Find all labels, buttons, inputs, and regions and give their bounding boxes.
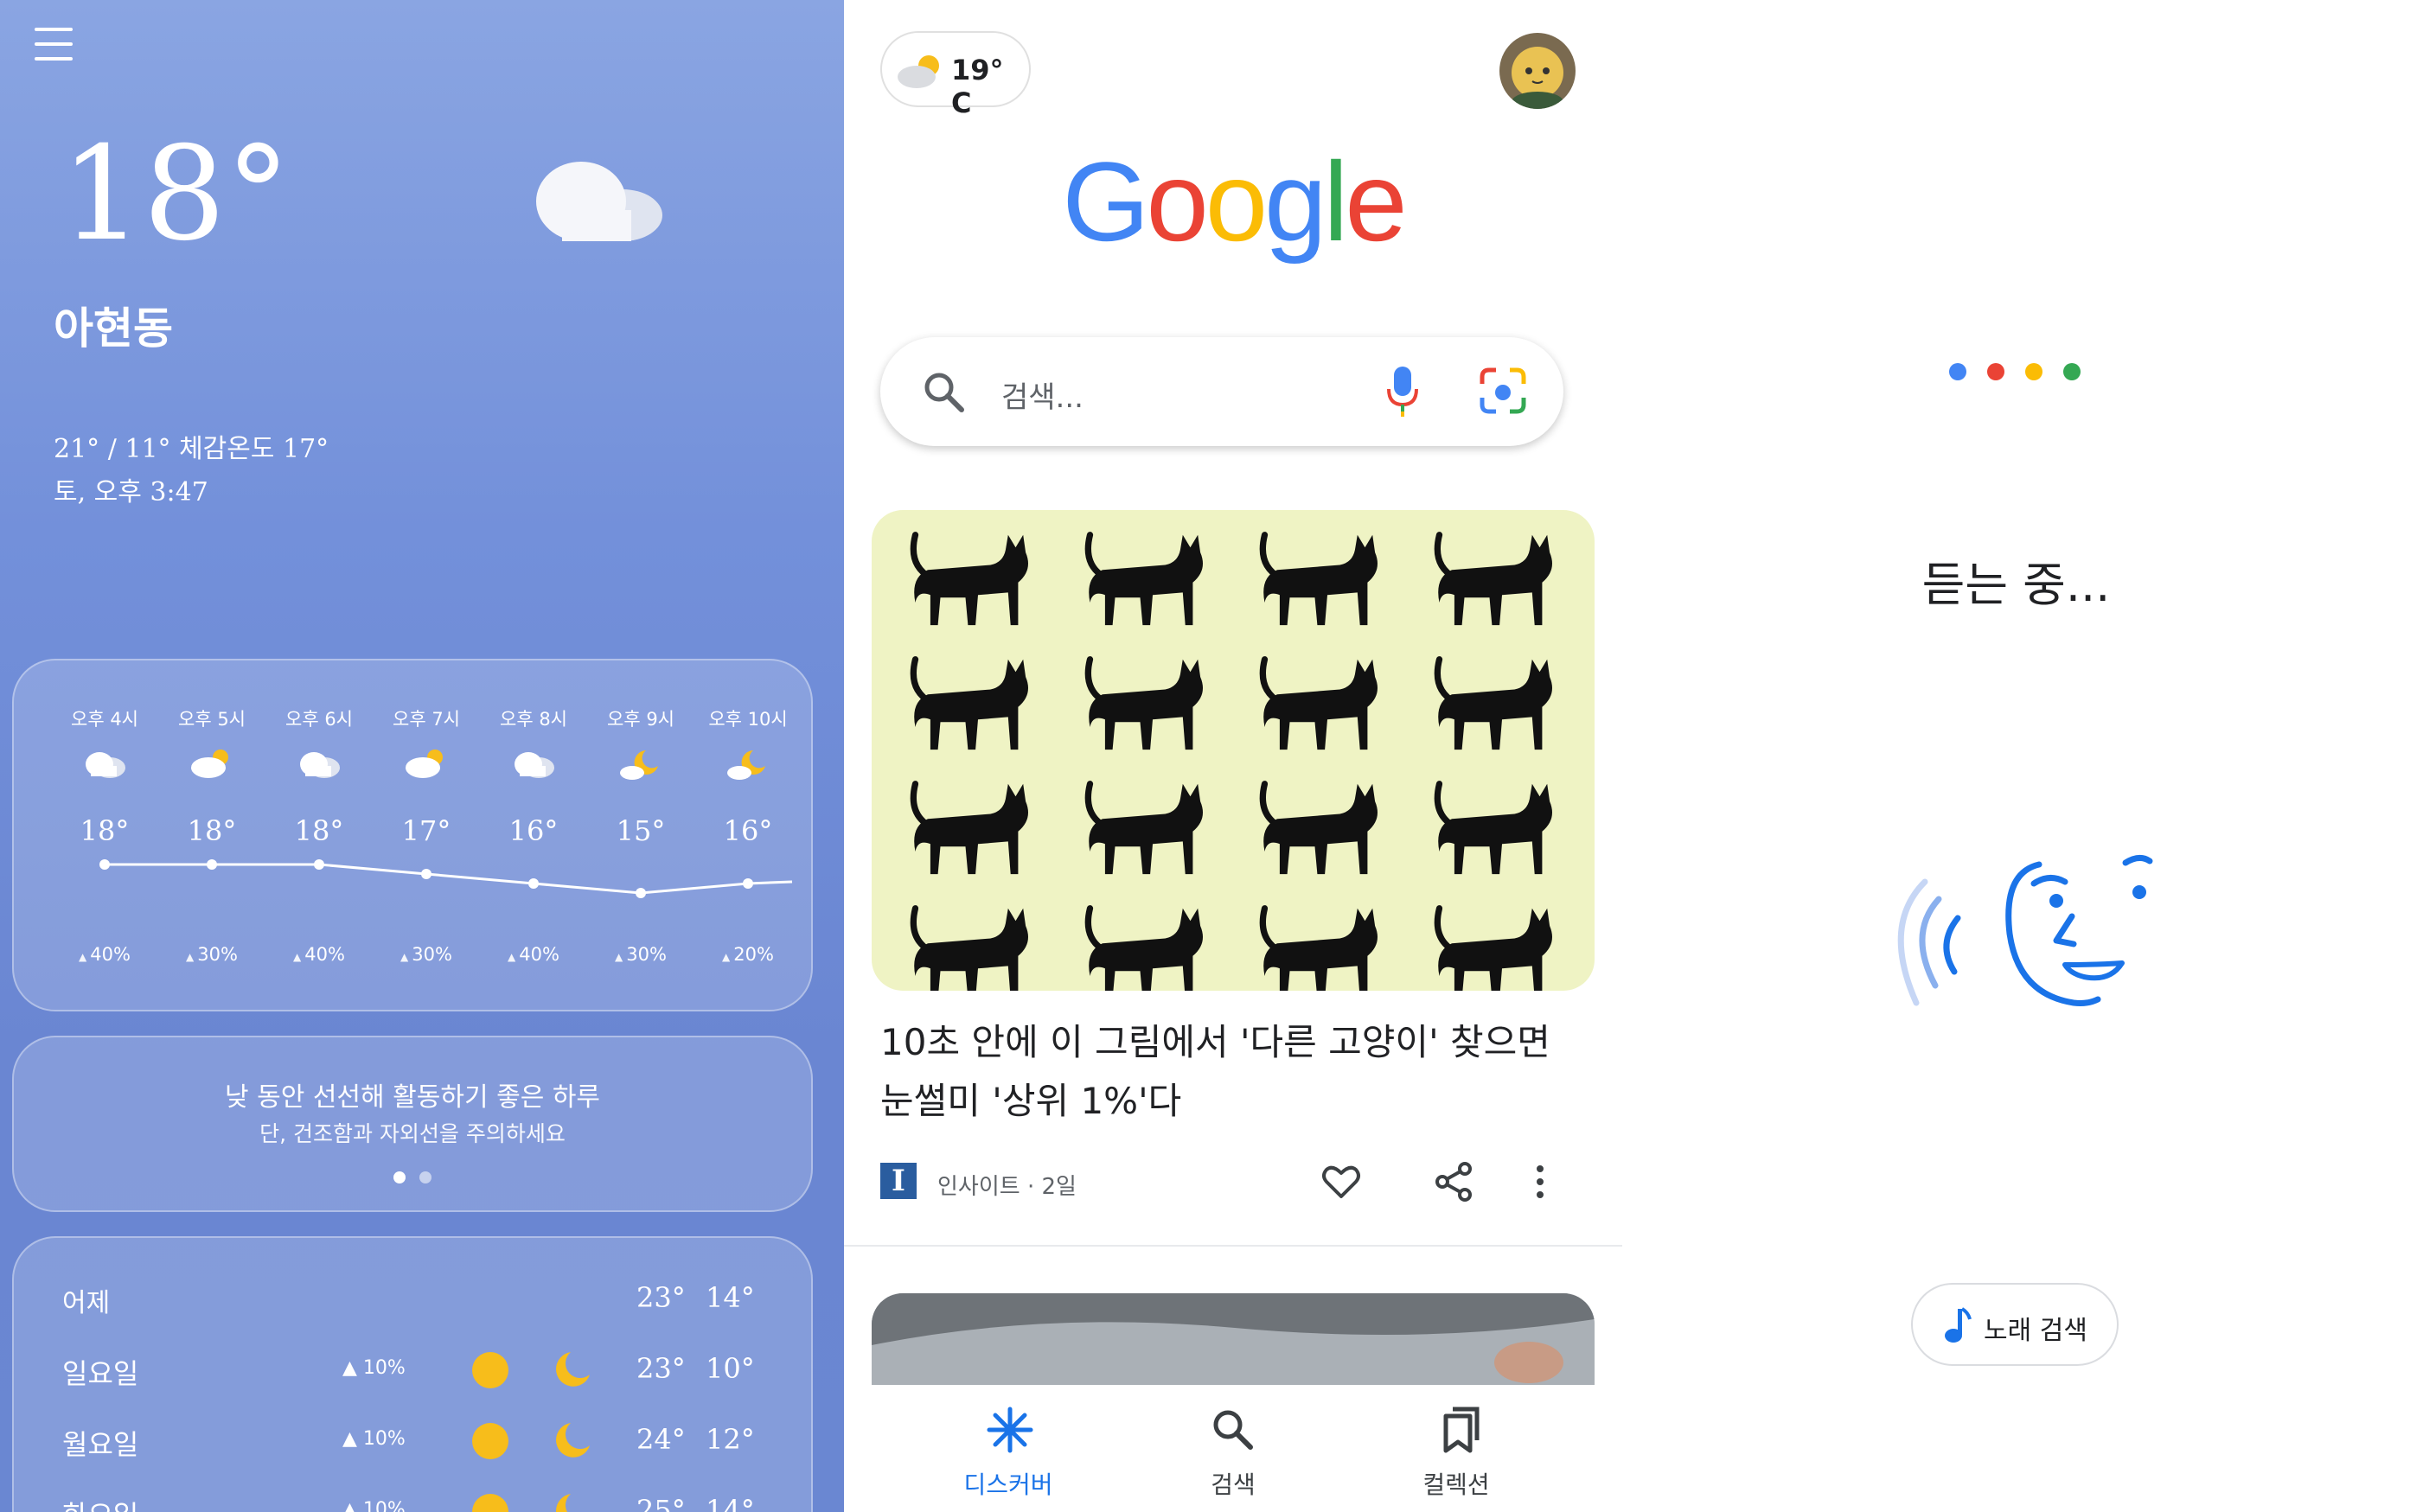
avatar[interactable] [1499, 33, 1576, 109]
more-options-icon[interactable] [1527, 1160, 1553, 1203]
trend-point [314, 859, 324, 870]
sun-icon [472, 1494, 508, 1512]
assistant-dots [1949, 363, 2101, 384]
article-image[interactable] [872, 510, 1595, 991]
tab-search-label: 검색 [1211, 1471, 1256, 1499]
trend-point [528, 878, 539, 889]
google-app: 19° C Google 검색... 10초 안에 이 그림에서 '다른 고양이… [844, 0, 1622, 1512]
tab-collections-label: 컬렉션 [1422, 1471, 1490, 1499]
day-high: 25° [636, 1494, 686, 1512]
weather-app: 18° 아현동 21° / 11° 체감온도 17° 토, 오후 3:47 오후… [0, 0, 844, 1512]
logo-letter: o [1205, 138, 1268, 265]
day-high: 24° [636, 1423, 686, 1456]
search-icon [1213, 1410, 1253, 1450]
collections-icon [1443, 1407, 1480, 1453]
day-name: 월요일 [62, 1428, 139, 1461]
cloud-icon [536, 162, 662, 241]
logo-letter: g [1264, 138, 1326, 265]
location-name: 아현동 [54, 303, 173, 354]
moon-icon [555, 1352, 590, 1387]
song-search-label: 노래 검색 [1984, 1316, 2087, 1346]
trend-point [207, 859, 217, 870]
song-search-button[interactable]: 노래 검색 [1911, 1283, 2119, 1366]
advice-card[interactable]: 낮 동안 선선해 활동하기 좋은 하루 단, 건조함과 자외선을 주의하세요 [12, 1036, 813, 1212]
voice-face-icon [1897, 855, 2153, 1006]
day-low: 10° [706, 1352, 755, 1385]
day-name: 화요일 [62, 1494, 138, 1512]
assistant-dot [2063, 363, 2081, 380]
assistant-dot [1987, 363, 2004, 380]
logo-letter: e [1345, 138, 1407, 265]
search-bar[interactable]: 검색... [880, 337, 1563, 446]
date-time: 토, 오후 3:47 [54, 477, 208, 507]
day-low: 14° [706, 1281, 755, 1314]
daily-row[interactable]: 월요일 ▲ 10% 24° 12° [14, 1416, 815, 1468]
daily-row[interactable]: 화요일 ▲ 10% 25° 14° [14, 1487, 815, 1512]
logo-letter: o [1146, 138, 1208, 265]
heart-icon[interactable] [1320, 1160, 1363, 1203]
menu-icon[interactable] [35, 28, 73, 61]
share-icon[interactable] [1432, 1160, 1475, 1203]
search-input[interactable]: 검색... [1001, 373, 1084, 416]
daily-row[interactable]: 일요일 ▲ 10% 23° 10° [14, 1345, 815, 1397]
day-low: 14° [706, 1494, 755, 1512]
trend-point [421, 869, 431, 879]
trend-point [743, 878, 753, 889]
article-headline[interactable]: 10초 안에 이 그림에서 '다른 고양이' 찾으면 눈썰미 '상위 1%'다 [880, 1013, 1589, 1131]
sun-icon [472, 1352, 508, 1388]
temperature-trend-line [99, 859, 793, 898]
day-name: 어제 [62, 1288, 111, 1318]
day-high: 23° [636, 1281, 686, 1314]
advice-subtitle: 단, 건조함과 자외선을 주의하세요 [259, 1121, 566, 1146]
discover-icon [987, 1407, 1033, 1453]
hourly-forecast-card[interactable]: 오후 4시 18° ▲ 40% 오후 5시 18° ▲ 30% 오후 6시 18° ▲ 40% 오후 7… [12, 659, 813, 1011]
day-rain: ▲ 10% [342, 1428, 406, 1450]
microphone-icon[interactable] [1382, 363, 1423, 418]
daily-row[interactable]: 어제 23° 14° [14, 1274, 815, 1326]
page-indicator [14, 1171, 811, 1187]
trend-point [99, 859, 110, 870]
assistant-dot [1949, 363, 1966, 380]
assistant-panel: 듣는 중... 노래 검색 [1622, 0, 2410, 1512]
google-lens-icon[interactable] [1477, 365, 1529, 417]
source-logo: I [880, 1163, 917, 1199]
assistant-dot [2025, 363, 2042, 380]
bottom-navigation: 디스커버 검색 컬렉션 [844, 1385, 1622, 1512]
weather-chip[interactable]: 19° C [880, 31, 1031, 119]
sun-icon [472, 1423, 508, 1459]
partly-cloudy-icon [898, 55, 939, 88]
article-source: 인사이트 · 2일 [937, 1174, 1077, 1200]
daily-forecast-card[interactable]: 어제 23° 14° 일요일 ▲ 10% 23° 10° 월요일 ▲ 10% 24° 12° 화요일 ▲… [12, 1236, 813, 1512]
tab-discover-label: 디스커버 [963, 1471, 1053, 1499]
day-low: 12° [706, 1423, 755, 1456]
day-rain: ▲ 10% [342, 1357, 406, 1379]
day-high: 23° [636, 1352, 686, 1385]
music-note-icon [1945, 1307, 1972, 1343]
divider [844, 1245, 1622, 1247]
day-name: 일요일 [62, 1357, 139, 1390]
moon-icon [556, 1494, 571, 1512]
advice-title: 낮 동안 선선해 활동하기 좋은 하루 [224, 1082, 601, 1113]
moon-icon [555, 1423, 590, 1458]
hi-lo-feels-like: 21° / 11° 체감온도 17° [54, 434, 329, 464]
listening-status: 듣는 중... [1921, 558, 2111, 612]
cat-silhouettes-illustration [910, 532, 1552, 991]
logo-letter: l [1323, 138, 1348, 265]
weather-chip-temp: 19° C [951, 54, 1004, 119]
current-temperature: 18° [61, 119, 291, 270]
google-logo: Google [844, 137, 1622, 266]
search-icon [924, 373, 964, 412]
day-rain: ▲ 10% [342, 1499, 406, 1512]
logo-letter: G [1062, 138, 1149, 265]
trend-point [636, 888, 646, 898]
